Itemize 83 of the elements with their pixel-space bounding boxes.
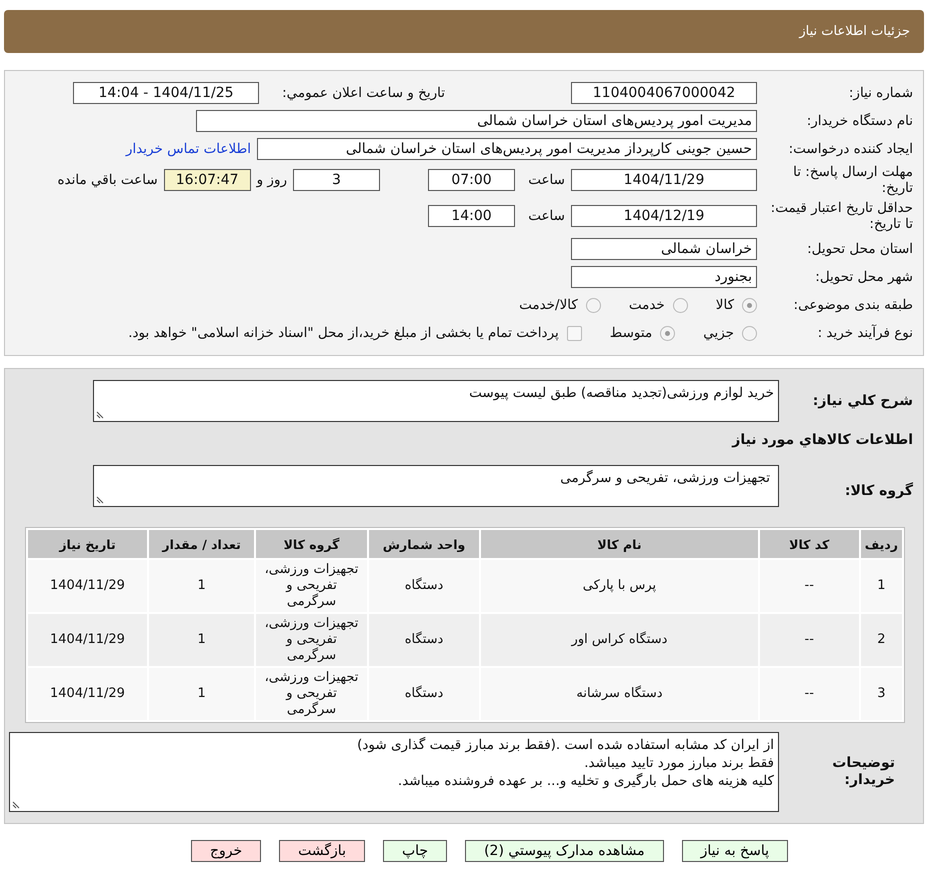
resize-grip-icon[interactable] bbox=[96, 411, 104, 419]
deadline-date-field: 1404/11/29 bbox=[571, 169, 757, 191]
validity-date-field: 1404/12/19 bbox=[571, 205, 757, 227]
buyer-contact-link[interactable]: اطلاعات تماس خریدار bbox=[126, 141, 251, 157]
radio-label: خدمت bbox=[628, 297, 665, 313]
table-cell: دستگاه سرشانه bbox=[481, 668, 758, 720]
field-label: گروه کالا: bbox=[844, 482, 913, 500]
action-button[interactable]: بازگشت bbox=[279, 840, 365, 862]
action-button[interactable]: پاسخ به نیاز bbox=[682, 840, 788, 862]
province-field: خراسان شمالی bbox=[571, 238, 757, 260]
table-cell: 2 bbox=[860, 614, 902, 666]
table-cell: دستگاه bbox=[368, 668, 480, 720]
resize-grip-icon[interactable] bbox=[12, 801, 20, 809]
notes-text-area[interactable]: از ایران کد مشابه استفاده شده است .(فقط برند مبارز قیمت گذاری شود) فقط برند مبارز مورد تایید میباشد. کلیه هزینه های حمل بارگیری و تخلیه و... بر عهده فروشنده میباشد. bbox=[9, 732, 779, 812]
table-cell: 1404/11/29 bbox=[28, 614, 147, 666]
page-title: جزئیات اطلاعات نیاز bbox=[799, 24, 910, 39]
table-cell: 1 bbox=[148, 668, 254, 720]
city-field: بجنورد bbox=[571, 266, 757, 288]
table-cell: 1 bbox=[860, 560, 902, 612]
table-cell: 1404/11/29 bbox=[28, 560, 147, 612]
field-label: استان محل تحویل: bbox=[806, 240, 913, 258]
radio-label: متوسط bbox=[610, 325, 652, 341]
column-header: گروه کالا bbox=[256, 530, 367, 558]
radio-button[interactable] bbox=[742, 298, 757, 312]
radio-button[interactable] bbox=[672, 298, 688, 312]
column-header: کد کالا bbox=[760, 530, 859, 558]
table-cell: پرس با پارکی bbox=[481, 560, 758, 612]
creator-field: حسین جوینی کارپرداز مدیریت امور پردیس‌های استان خراسان شمالی bbox=[257, 138, 757, 160]
column-header: تاریخ نیاز bbox=[28, 530, 147, 558]
field-label: تاریخ و ساعت اعلان عمومي: bbox=[281, 84, 445, 102]
resize-grip-icon[interactable] bbox=[96, 496, 104, 504]
field-label: شهر محل تحویل: bbox=[814, 268, 913, 286]
field-label: مهلت ارسال پاسخ: تا تاریخ: bbox=[792, 164, 913, 196]
column-header: تعداد / مقدار bbox=[148, 530, 254, 558]
field-label: حداقل تاریخ اعتبار قیمت: تا تاریخ: bbox=[770, 200, 913, 232]
action-button[interactable]: مشاهده مدارک پیوستي (2) bbox=[465, 840, 664, 862]
remaining-label: ساعت باقي مانده bbox=[57, 172, 158, 188]
days-label: روز و bbox=[256, 172, 287, 188]
time-label: ساعت bbox=[527, 172, 565, 188]
deadline-time-field: 07:00 bbox=[428, 169, 515, 191]
table-cell: 1 bbox=[148, 614, 254, 666]
radio-button[interactable] bbox=[586, 298, 601, 312]
field-label: نام دستگاه خریدار: bbox=[806, 112, 913, 130]
table-cell: تجهیزات ورزشی، تفریحی و سرگرمی bbox=[256, 560, 367, 612]
goods-group-text-area[interactable]: تجهیزات ورزشی، تفریحی و سرگرمی bbox=[93, 465, 779, 507]
table-cell: تجهیزات ورزشی، تفریحی و سرگرمی bbox=[256, 668, 367, 720]
table-cell: 1404/11/29 bbox=[28, 668, 147, 720]
action-button[interactable]: چاپ bbox=[382, 840, 448, 862]
section-heading: اطلاعات کالاهاي مورد نیاز bbox=[732, 432, 913, 448]
table-cell: دستگاه کراس اور bbox=[481, 614, 758, 666]
radio-button[interactable] bbox=[742, 326, 757, 340]
announce-date-field: 1404/11/25 - 14:04 bbox=[73, 82, 259, 104]
field-label: شماره نیاز: bbox=[848, 84, 913, 102]
field-label: ایجاد کننده درخواست: bbox=[788, 140, 913, 158]
validity-time-field: 14:00 bbox=[428, 205, 515, 227]
table-cell: 1 bbox=[148, 560, 254, 612]
checkbox[interactable] bbox=[566, 326, 582, 340]
column-header: واحد شمارش bbox=[368, 530, 480, 558]
table-cell: -- bbox=[760, 614, 859, 666]
radio-button[interactable] bbox=[660, 326, 676, 340]
days-field: 3 bbox=[293, 169, 380, 191]
radio-label: جزيي bbox=[703, 325, 734, 341]
table-cell: دستگاه bbox=[368, 614, 480, 666]
buyer-field: مدیریت امور پردیس‌های استان خراسان شمالی bbox=[196, 110, 757, 132]
time-label: ساعت bbox=[527, 208, 565, 224]
field-label: توضیحات خریدار: bbox=[831, 755, 896, 789]
radio-label: کالا bbox=[716, 297, 734, 313]
field-label: نوع فرآیند خرید : bbox=[816, 324, 913, 342]
table-cell: 3 bbox=[860, 668, 902, 720]
table-cell: تجهیزات ورزشی، تفریحی و سرگرمی bbox=[256, 614, 367, 666]
table-cell: -- bbox=[760, 560, 859, 612]
remaining-time-field: 16:07:47 bbox=[164, 169, 251, 191]
summary-text-area[interactable]: خرید لوازم ورزشی(تجدید مناقصه) طبق لیست پیوست bbox=[93, 380, 779, 422]
action-button[interactable]: خروج bbox=[190, 840, 262, 862]
need-number-field: 1104004067000042 bbox=[571, 82, 757, 104]
table-cell: دستگاه bbox=[368, 560, 480, 612]
radio-label: کالا/خدمت bbox=[519, 297, 578, 313]
field-label: شرح کلي نیاز: bbox=[812, 392, 913, 410]
table-cell: -- bbox=[760, 668, 859, 720]
column-header: ردیف bbox=[860, 530, 902, 558]
column-header: نام کالا bbox=[481, 530, 758, 558]
checkbox-label: پرداخت تمام یا بخشی از مبلغ خرید،از محل "اسناد خزانه اسلامی" خواهد بود. bbox=[128, 325, 559, 341]
field-label: طبقه بندی موضوعی: bbox=[792, 296, 913, 314]
